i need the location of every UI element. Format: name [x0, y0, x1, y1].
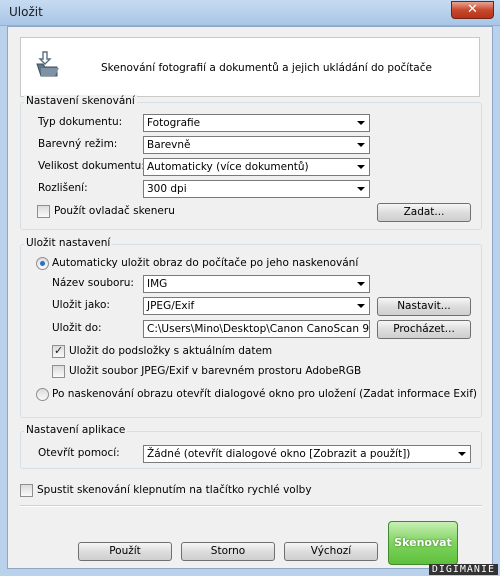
- subfolder-checkbox[interactable]: [52, 344, 65, 358]
- dialog-body: Skenování fotografií a dokumentů a jejic…: [7, 26, 493, 569]
- adobe-rgb-checkbox[interactable]: [52, 365, 65, 378]
- scan-settings-label: Nastavení skenování: [24, 95, 137, 107]
- save-dialog-radio-label: Po naskenování obrazu otevřít dialogové …: [52, 388, 477, 400]
- close-button[interactable]: ✕: [451, 1, 494, 19]
- quick-start-checkbox[interactable]: [20, 484, 33, 497]
- adobe-rgb-label: Uložit soubor JPEG/Exif v barevném prost…: [69, 365, 362, 377]
- window-title: Uložit: [9, 5, 43, 19]
- cancel-button[interactable]: Storno: [181, 542, 275, 561]
- scan-button[interactable]: Skenovat: [388, 521, 458, 565]
- header-description: Skenování fotografií a dokumentů a jejic…: [101, 62, 432, 74]
- chevron-down-icon: [357, 187, 365, 191]
- auto-save-radio-label: Automaticky uložit obraz do počítače po …: [52, 257, 359, 269]
- browse-button[interactable]: Procházet...: [377, 320, 471, 339]
- chevron-down-icon: [357, 165, 365, 169]
- open-with-select[interactable]: Žádné (otevřít dialogové okno [Zobrazit …: [143, 445, 471, 463]
- resolution-label: Rozlišení:: [38, 182, 88, 194]
- resolution-select[interactable]: 300 dpi: [143, 180, 370, 198]
- save-settings-label: Uložit nastavení: [24, 237, 113, 249]
- apply-button[interactable]: Použít: [78, 542, 172, 561]
- chevron-down-icon: [357, 304, 365, 308]
- app-settings-label: Nastavení aplikace: [24, 424, 128, 436]
- subfolder-label: Uložit do podsložky s aktuálním datem: [69, 345, 273, 357]
- scan-to-folder-icon: [36, 51, 59, 77]
- save-dialog-radio[interactable]: [36, 388, 49, 401]
- divider: [20, 505, 482, 507]
- use-scanner-driver-label: Použít ovladač skeneru: [54, 205, 175, 217]
- color-mode-label: Barevný režim:: [38, 138, 118, 150]
- defaults-button[interactable]: Výchozí: [284, 542, 378, 561]
- title-bar: Uložit ✕: [0, 0, 500, 26]
- chevron-down-icon: [458, 452, 466, 456]
- chevron-down-icon: [357, 143, 365, 147]
- save-in-label: Uložit do:: [52, 322, 102, 334]
- watermark-logo: DIGIMANIE: [428, 564, 498, 575]
- document-size-label: Velikost dokumentu:: [38, 160, 145, 172]
- file-name-input[interactable]: IMG: [143, 275, 370, 293]
- open-with-label: Otevřít pomocí:: [38, 447, 120, 459]
- set-button[interactable]: Nastavit...: [377, 297, 471, 316]
- document-size-select[interactable]: Automaticky (více dokumentů): [143, 158, 370, 176]
- file-name-label: Název souboru:: [52, 277, 134, 289]
- save-in-path-field[interactable]: C:\Users\Mino\Desktop\Canon CanoScan 900…: [143, 320, 370, 338]
- quick-start-label: Spustit skenování klepnutím na tlačítko …: [37, 484, 312, 496]
- use-scanner-driver-checkbox[interactable]: [37, 205, 50, 218]
- chevron-down-icon: [357, 282, 365, 286]
- specify-button[interactable]: Zadat...: [377, 203, 471, 222]
- chevron-down-icon: [357, 121, 365, 125]
- save-as-label: Uložit jako:: [52, 299, 110, 311]
- auto-save-radio[interactable]: [36, 257, 49, 270]
- document-type-label: Typ dokumentu:: [38, 116, 123, 128]
- color-mode-select[interactable]: Barevně: [143, 136, 370, 154]
- header-panel: Skenování fotografií a dokumentů a jejic…: [20, 37, 480, 97]
- save-as-select[interactable]: JPEG/Exif: [143, 297, 370, 315]
- document-type-select[interactable]: Fotografie: [143, 114, 370, 132]
